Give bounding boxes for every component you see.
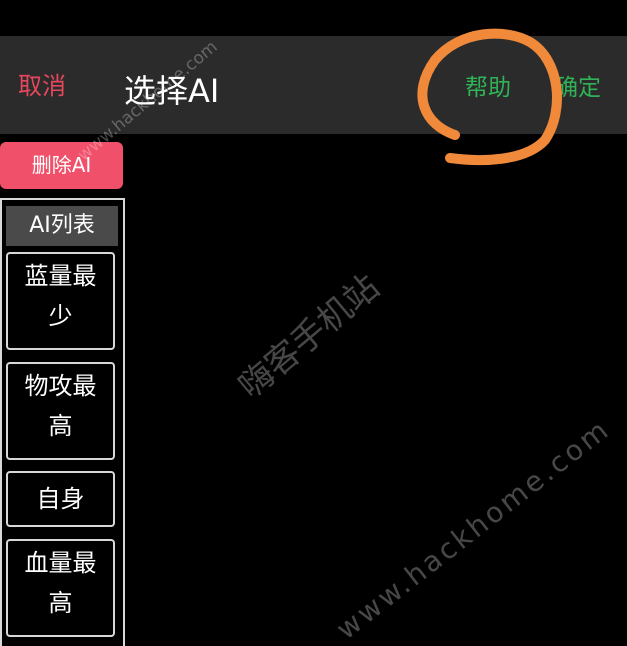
delete-ai-button[interactable]: 删除AI [0,142,123,189]
ai-list-item-least-mana[interactable]: 蓝量最少 [6,252,115,350]
watermark-site-bottom: www.hackhome.com [330,412,617,646]
confirm-button[interactable]: 确定 [555,68,601,102]
ai-list-item-highest-hp[interactable]: 血量最高 [6,539,115,637]
watermark-site-name: 嗨客手机站 [231,266,388,407]
header-bar [0,36,627,134]
help-button[interactable]: 帮助 [465,68,511,102]
ai-list-header: AI列表 [6,206,118,246]
ai-list-item-self[interactable]: 自身 [6,471,115,527]
app-screen: 取消 选择AI 帮助 确定 删除AI AI列表 蓝量最少 物攻最高 自身 血量最… [0,0,627,646]
page-title: 选择AI [124,72,220,110]
cancel-button[interactable]: 取消 [18,66,66,101]
ai-list-item-highest-attack[interactable]: 物攻最高 [6,362,115,460]
